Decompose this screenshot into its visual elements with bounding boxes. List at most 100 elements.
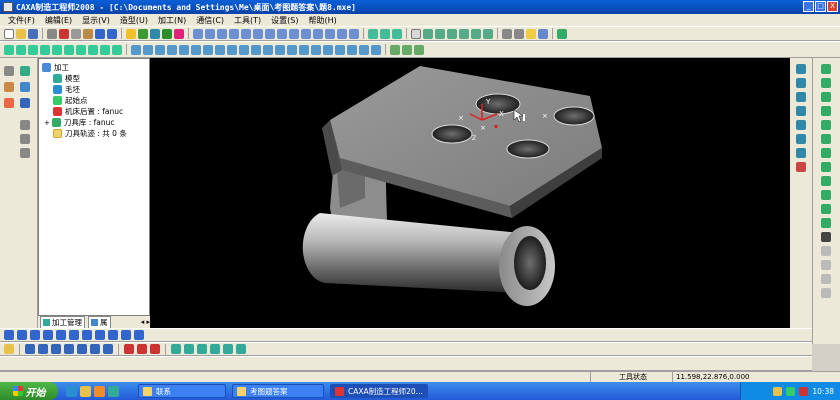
- contour-roughing-icon[interactable]: [28, 44, 38, 55]
- dimension-icon[interactable]: [20, 82, 30, 92]
- arc-icon[interactable]: [796, 92, 806, 102]
- edit-path-icon[interactable]: [323, 44, 333, 55]
- curve-chamfer-icon[interactable]: [90, 344, 100, 354]
- shell-icon[interactable]: [301, 28, 311, 39]
- scan-roughing-icon[interactable]: [40, 44, 50, 55]
- tree-item-tool-library[interactable]: + 刀具库 : fanuc: [44, 117, 115, 128]
- curve-join-icon[interactable]: [64, 344, 74, 354]
- curve-break-icon[interactable]: [51, 344, 61, 354]
- offset-icon[interactable]: [796, 120, 806, 130]
- hole-icon[interactable]: [289, 28, 299, 39]
- paste-icon[interactable]: [83, 28, 93, 39]
- polyline-icon[interactable]: [821, 78, 831, 88]
- code-generate-icon[interactable]: [299, 44, 309, 55]
- menu-communication[interactable]: 通信(C): [196, 15, 224, 26]
- tray-icon[interactable]: [786, 386, 796, 396]
- boundary-finish-icon[interactable]: [100, 44, 110, 55]
- sweep-surface-icon[interactable]: [43, 330, 53, 340]
- save-icon[interactable]: [28, 28, 38, 39]
- revolve-surface-icon[interactable]: [17, 330, 27, 340]
- post-process-icon[interactable]: [287, 44, 297, 55]
- close-button[interactable]: X: [827, 1, 838, 12]
- expand-plus-icon[interactable]: +: [44, 119, 50, 127]
- surface-curve-icon[interactable]: [796, 162, 806, 172]
- fillet-icon[interactable]: [265, 28, 275, 39]
- rib-icon[interactable]: [313, 28, 323, 39]
- solid-cut-revolve-icon[interactable]: [253, 28, 263, 39]
- five-axis-icon[interactable]: [239, 44, 249, 55]
- curve-icon[interactable]: [796, 64, 806, 74]
- zoom-window-icon[interactable]: [423, 28, 433, 39]
- cut-icon[interactable]: [59, 28, 69, 39]
- point-draw-icon[interactable]: [821, 148, 831, 158]
- solid-sweep-icon[interactable]: [229, 28, 239, 39]
- plunge-roughing-icon[interactable]: [52, 44, 62, 55]
- path-delete-icon[interactable]: [371, 44, 381, 55]
- wire-cut-icon[interactable]: [263, 44, 273, 55]
- chamfer-mill-icon[interactable]: [227, 44, 237, 55]
- print-icon[interactable]: [47, 28, 57, 39]
- tab-machining-manager[interactable]: 加工管理: [40, 315, 85, 329]
- mirror-object-icon[interactable]: [197, 344, 207, 354]
- projection-icon[interactable]: [167, 44, 177, 55]
- rectangle-icon[interactable]: [821, 106, 831, 116]
- plane-finish-icon[interactable]: [155, 44, 165, 55]
- chamfer-icon[interactable]: [277, 28, 287, 39]
- boundary-surface-icon[interactable]: [56, 330, 66, 340]
- layer-icon[interactable]: [162, 28, 172, 39]
- light-icon[interactable]: [126, 28, 136, 39]
- maximize-button[interactable]: □: [815, 1, 826, 12]
- tree-item-blank[interactable]: 毛坯: [53, 84, 80, 95]
- align-icon[interactable]: [236, 344, 246, 354]
- tree-item-toolpaths[interactable]: 刀具轨迹 : 共 0 条: [53, 128, 127, 139]
- tree-item-start-point[interactable]: 起始点: [53, 95, 88, 106]
- window-icon[interactable]: [411, 28, 421, 39]
- curve-reverse-icon[interactable]: [150, 344, 160, 354]
- contour-finish-icon[interactable]: [88, 44, 98, 55]
- taskbar-item-caxa[interactable]: CAXA制造工程师20...: [330, 384, 428, 398]
- menu-machining[interactable]: 加工(N): [158, 15, 186, 26]
- process-sheet-icon[interactable]: [311, 44, 321, 55]
- translate-icon[interactable]: [171, 344, 181, 354]
- start-button[interactable]: 开始: [0, 382, 58, 400]
- wireframe-icon[interactable]: [502, 28, 512, 39]
- filter-icon[interactable]: [150, 28, 160, 39]
- curve-smooth-icon[interactable]: [137, 344, 147, 354]
- circle-icon[interactable]: [821, 92, 831, 102]
- line-icon[interactable]: [821, 64, 831, 74]
- roughing-icon[interactable]: [4, 44, 14, 55]
- spline-icon[interactable]: [796, 78, 806, 88]
- color-icon[interactable]: [174, 28, 184, 39]
- stitch-surface-icon[interactable]: [134, 330, 144, 340]
- tab-scroll-arrows[interactable]: ◂ ▸: [141, 318, 150, 326]
- solid-revolve-icon[interactable]: [205, 28, 215, 39]
- helix-icon[interactable]: [203, 44, 213, 55]
- relation-curve-icon[interactable]: [821, 218, 831, 228]
- new-file-icon[interactable]: [4, 28, 14, 39]
- rest-mill-icon[interactable]: [143, 44, 153, 55]
- region-roughing-icon[interactable]: [16, 44, 26, 55]
- plane-icon[interactable]: [20, 120, 30, 130]
- edit-curve-icon[interactable]: [4, 98, 14, 108]
- minimize-button[interactable]: _: [803, 1, 814, 12]
- menu-file[interactable]: 文件(F): [8, 15, 35, 26]
- menu-edit[interactable]: 编辑(E): [45, 15, 72, 26]
- transform-path-icon[interactable]: [335, 44, 345, 55]
- redo-icon[interactable]: [107, 28, 117, 39]
- conic-icon[interactable]: [821, 190, 831, 200]
- desktop-icon[interactable]: [80, 385, 91, 397]
- simulate-icon[interactable]: [275, 44, 285, 55]
- parallel-finish-icon[interactable]: [76, 44, 86, 55]
- hidden-line-icon[interactable]: [514, 28, 524, 39]
- drill-icon[interactable]: [191, 44, 201, 55]
- ruled-surface-icon[interactable]: [4, 330, 14, 340]
- text-icon[interactable]: [821, 232, 831, 242]
- curve-fit-icon[interactable]: [124, 344, 134, 354]
- path-info-icon[interactable]: [359, 44, 369, 55]
- curve-trim-tool-icon[interactable]: [25, 344, 35, 354]
- rotate-object-icon[interactable]: [184, 344, 194, 354]
- copy-icon[interactable]: [71, 28, 81, 39]
- path-check-icon[interactable]: [347, 44, 357, 55]
- render-icon[interactable]: [538, 28, 548, 39]
- clock[interactable]: 10:38: [812, 387, 834, 396]
